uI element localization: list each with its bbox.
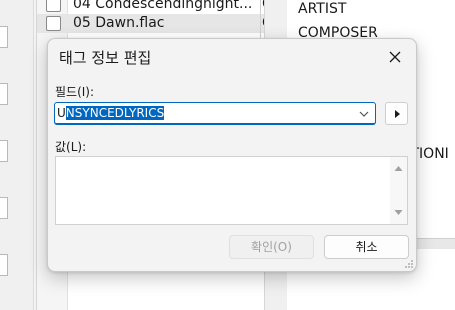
tag-field-name: ARTIST: [298, 1, 347, 17]
row-checkbox[interactable]: [46, 16, 61, 31]
file-name: 05 Dawn.flac: [73, 15, 165, 31]
next-field-button[interactable]: [385, 102, 408, 125]
field-label: 필드(I):: [55, 85, 95, 99]
value-scrollbar[interactable]: [390, 157, 407, 224]
field-combobox[interactable]: UNSYNCEDLYRICS: [54, 102, 376, 125]
row-checkbox[interactable]: [46, 0, 61, 12]
file-list-row[interactable]: 05 Dawn.flac: [37, 14, 265, 33]
ok-button[interactable]: 확인(O): [229, 235, 314, 259]
triangle-right-icon: [394, 109, 400, 118]
cancel-button[interactable]: 취소: [324, 235, 409, 259]
field-value: UNSYNCEDLYRICS: [57, 105, 165, 121]
left-pane-control[interactable]: [0, 140, 8, 162]
chevron-down-icon[interactable]: [357, 107, 371, 121]
left-pane-control[interactable]: [0, 254, 8, 276]
edit-tag-dialog: 태그 정보 편집 필드(I): UNSYNCEDLYRICS 값(L): 확인(…: [47, 38, 417, 272]
field-value-first: U: [57, 106, 66, 120]
close-icon: [389, 51, 401, 63]
left-pane-control[interactable]: [0, 83, 8, 105]
field-value-selected: NSYNCEDLYRICS: [65, 106, 165, 120]
resize-grip-icon[interactable]: [404, 259, 414, 269]
file-list-row[interactable]: 04 Condescendingnight...: [37, 0, 265, 14]
value-label: 값(L):: [55, 140, 87, 154]
scroll-down-icon[interactable]: [394, 208, 403, 217]
dialog-title: 태그 정보 편집: [59, 49, 152, 67]
left-pane-control[interactable]: [0, 197, 8, 219]
column-separator[interactable]: [260, 0, 261, 40]
close-button[interactable]: [382, 45, 408, 69]
scroll-up-icon[interactable]: [394, 164, 403, 173]
file-name: 04 Condescendingnight...: [73, 0, 253, 12]
value-textarea[interactable]: [55, 156, 408, 225]
left-pane: [0, 0, 34, 310]
left-pane-control[interactable]: [0, 26, 8, 48]
